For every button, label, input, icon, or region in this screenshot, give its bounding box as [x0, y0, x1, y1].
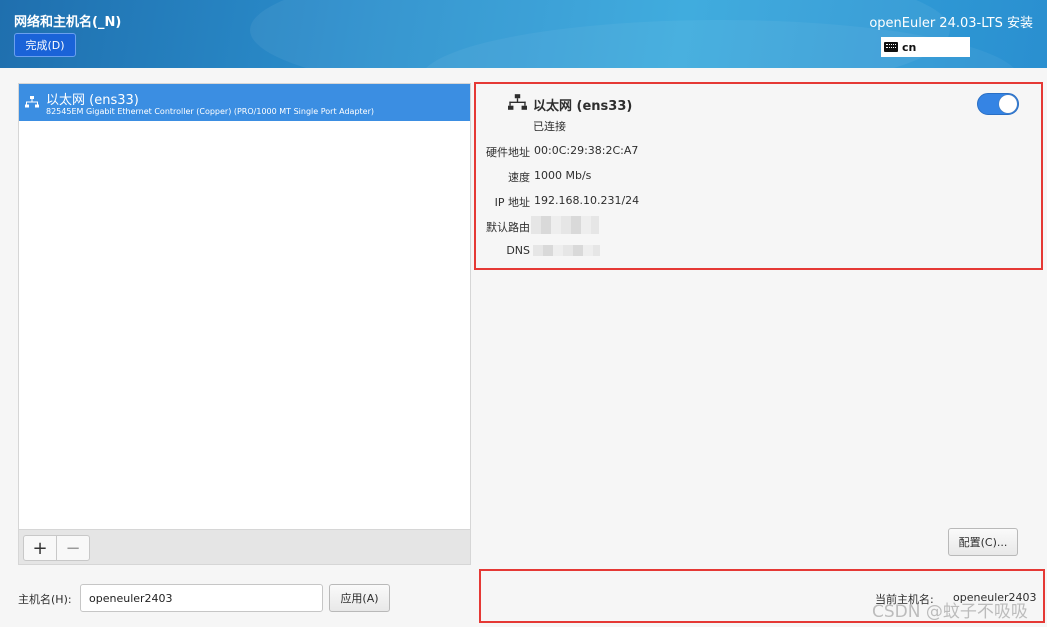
connection-status: 已连接 [533, 120, 566, 133]
ip-address-value: 192.168.10.231/24 [534, 194, 640, 207]
hardware-address-label: 硬件地址 [486, 146, 530, 159]
speed-label: 速度 [508, 171, 530, 184]
network-device-list: 以太网 (ens33) 82545EM Gigabit Ethernet Con… [18, 83, 471, 530]
default-route-label: 默认路由 [486, 221, 530, 234]
default-route-value-redacted [531, 216, 599, 234]
keyboard-layout-indicator[interactable]: cn [881, 37, 970, 57]
wired-network-icon [508, 94, 527, 110]
hardware-address-value: 00:0C:29:38:2C:A7 [534, 144, 639, 157]
ip-address-label: IP 地址 [494, 196, 530, 209]
device-item-ens33[interactable]: 以太网 (ens33) 82545EM Gigabit Ethernet Con… [19, 84, 470, 121]
speed-value: 1000 Mb/s [534, 169, 592, 182]
header-bar: 网络和主机名(_N) 完成(D) openEuler 24.03-LTS 安装 … [0, 0, 1047, 68]
done-button[interactable]: 完成(D) [14, 33, 76, 57]
device-item-description: 82545EM Gigabit Ethernet Controller (Cop… [46, 107, 374, 116]
remove-device-button[interactable]: − [56, 535, 90, 561]
page-title: 网络和主机名(_N) [14, 15, 122, 30]
watermark: CSDN @蚊子不吸吸 [872, 602, 1028, 622]
product-title: openEuler 24.03-LTS 安装 [869, 16, 1033, 31]
device-detail-name: 以太网 (ens33) [533, 99, 633, 114]
apply-hostname-button[interactable]: 应用(A) [329, 584, 390, 612]
device-item-name: 以太网 (ens33) [46, 93, 139, 108]
dns-label: DNS [506, 244, 530, 257]
configure-button[interactable]: 配置(C)... [948, 528, 1018, 556]
keyboard-layout-label: cn [902, 40, 917, 54]
add-device-button[interactable]: + [23, 535, 57, 561]
dns-value-redacted [533, 245, 600, 256]
hostname-label: 主机名(H): [18, 593, 72, 606]
keyboard-icon [884, 42, 898, 52]
toggle-knob [999, 95, 1017, 113]
wired-network-icon [25, 96, 39, 108]
device-enable-toggle[interactable] [977, 93, 1019, 115]
device-list-toolbar: + − [18, 530, 471, 565]
hostname-input[interactable] [80, 584, 323, 612]
